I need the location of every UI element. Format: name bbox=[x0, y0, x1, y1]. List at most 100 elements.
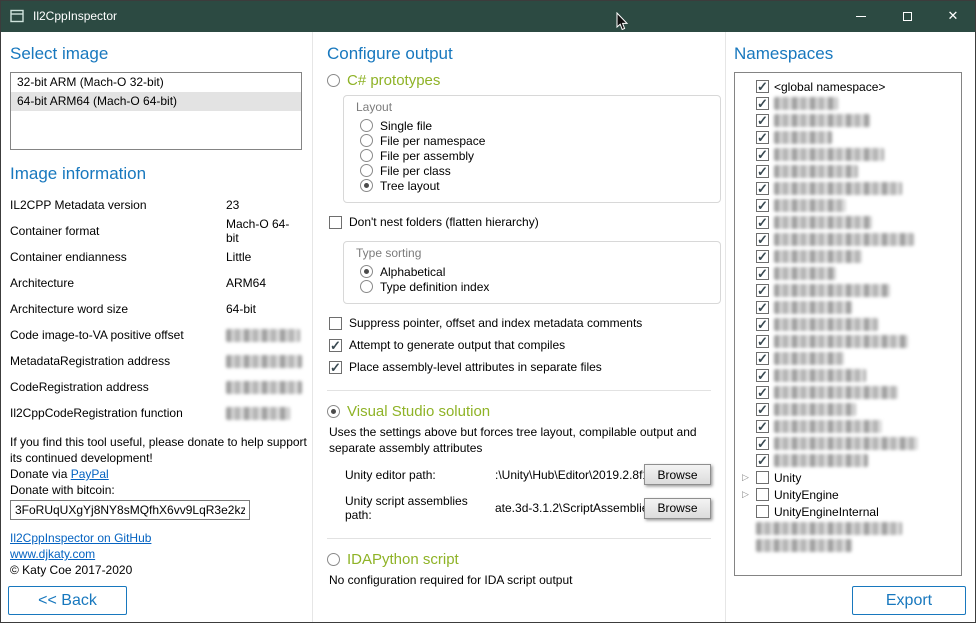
type-sorting-radio[interactable] bbox=[360, 280, 373, 293]
namespace-checkbox[interactable] bbox=[756, 97, 769, 110]
namespace-checkbox[interactable] bbox=[756, 437, 769, 450]
namespace-checkbox[interactable] bbox=[756, 301, 769, 314]
namespace-item[interactable] bbox=[740, 163, 957, 180]
layout-option[interactable]: Tree layout bbox=[360, 178, 712, 193]
minimize-button[interactable] bbox=[838, 0, 884, 32]
layout-radio[interactable] bbox=[360, 164, 373, 177]
image-listbox[interactable]: 32-bit ARM (Mach-O 32-bit)64-bit ARM64 (… bbox=[10, 72, 302, 150]
namespace-checkbox[interactable] bbox=[756, 182, 769, 195]
expander-icon[interactable]: ▷ bbox=[740, 486, 751, 503]
website-link[interactable]: www.djkaty.com bbox=[10, 547, 95, 561]
layout-option[interactable]: File per namespace bbox=[360, 133, 712, 148]
type-sorting-option[interactable]: Type definition index bbox=[360, 279, 712, 294]
namespace-checkbox[interactable] bbox=[756, 80, 769, 93]
flatten-option[interactable]: Don't nest folders (flatten hierarchy) bbox=[329, 215, 711, 229]
namespace-item[interactable] bbox=[740, 350, 957, 367]
back-button[interactable]: << Back bbox=[8, 586, 127, 615]
namespace-checkbox[interactable] bbox=[756, 403, 769, 416]
namespace-checkbox[interactable] bbox=[756, 131, 769, 144]
namespace-item[interactable] bbox=[740, 180, 957, 197]
suppress-checkbox[interactable] bbox=[329, 317, 342, 330]
namespace-item[interactable] bbox=[740, 452, 957, 469]
namespace-item[interactable] bbox=[740, 333, 957, 350]
namespace-checkbox[interactable] bbox=[756, 267, 769, 280]
paypal-link[interactable]: PayPal bbox=[71, 467, 109, 481]
namespace-checkbox[interactable] bbox=[756, 352, 769, 365]
redacted-namespace bbox=[774, 233, 914, 246]
namespace-item[interactable] bbox=[740, 112, 957, 129]
namespace-checkbox[interactable] bbox=[756, 420, 769, 433]
namespace-item[interactable] bbox=[740, 129, 957, 146]
namespace-item[interactable] bbox=[740, 299, 957, 316]
namespace-checkbox[interactable] bbox=[756, 199, 769, 212]
namespace-item[interactable]: <global namespace> bbox=[740, 78, 957, 95]
suppress-option[interactable]: Suppress pointer, offset and index metad… bbox=[329, 316, 711, 330]
github-link[interactable]: Il2CppInspector on GitHub bbox=[10, 531, 151, 545]
namespace-checkbox[interactable] bbox=[756, 386, 769, 399]
bitcoin-address-input[interactable] bbox=[10, 500, 250, 520]
namespace-item[interactable] bbox=[740, 384, 957, 401]
namespace-item[interactable] bbox=[740, 95, 957, 112]
csharp-prototypes-option[interactable]: C# prototypes bbox=[327, 72, 711, 89]
image-list-item[interactable]: 64-bit ARM64 (Mach-O 64-bit) bbox=[11, 92, 301, 111]
compiles-checkbox[interactable] bbox=[329, 339, 342, 352]
namespace-checkbox[interactable] bbox=[756, 148, 769, 161]
layout-radio[interactable] bbox=[360, 119, 373, 132]
namespace-item[interactable] bbox=[740, 231, 957, 248]
namespace-item[interactable] bbox=[740, 435, 957, 452]
namespace-checkbox[interactable] bbox=[756, 216, 769, 229]
namespace-checkbox[interactable] bbox=[756, 335, 769, 348]
maximize-button[interactable] bbox=[884, 0, 930, 32]
layout-radio[interactable] bbox=[360, 134, 373, 147]
compiles-option[interactable]: Attempt to generate output that compiles bbox=[329, 338, 711, 352]
export-button[interactable]: Export bbox=[852, 586, 966, 615]
unity-assemblies-browse-button[interactable]: Browse bbox=[644, 498, 711, 519]
csharp-prototypes-radio[interactable] bbox=[327, 74, 340, 87]
namespace-item[interactable] bbox=[740, 520, 957, 537]
namespace-checkbox[interactable] bbox=[756, 369, 769, 382]
attributes-option[interactable]: Place assembly-level attributes in separ… bbox=[329, 360, 711, 374]
namespace-item[interactable] bbox=[740, 265, 957, 282]
namespace-item[interactable] bbox=[740, 418, 957, 435]
namespace-checkbox[interactable] bbox=[756, 471, 769, 484]
namespace-checkbox[interactable] bbox=[756, 233, 769, 246]
namespace-item[interactable] bbox=[740, 214, 957, 231]
layout-radio[interactable] bbox=[360, 149, 373, 162]
namespace-item[interactable]: ▷UnityEngine bbox=[740, 486, 957, 503]
visual-studio-option[interactable]: Visual Studio solution bbox=[327, 403, 711, 420]
layout-option[interactable]: File per assembly bbox=[360, 148, 712, 163]
unity-editor-browse-button[interactable]: Browse bbox=[644, 464, 711, 485]
namespace-checkbox[interactable] bbox=[756, 505, 769, 518]
namespace-item[interactable] bbox=[740, 537, 957, 554]
namespace-item[interactable] bbox=[740, 282, 957, 299]
visual-studio-radio[interactable] bbox=[327, 405, 340, 418]
idapython-radio[interactable] bbox=[327, 553, 340, 566]
namespace-checkbox[interactable] bbox=[756, 165, 769, 178]
close-button[interactable]: ✕ bbox=[930, 0, 976, 32]
namespace-checkbox[interactable] bbox=[756, 250, 769, 263]
namespace-checkbox[interactable] bbox=[756, 114, 769, 127]
type-sorting-radio[interactable] bbox=[360, 265, 373, 278]
layout-option[interactable]: Single file bbox=[360, 118, 712, 133]
namespace-item[interactable] bbox=[740, 316, 957, 333]
flatten-checkbox[interactable] bbox=[329, 216, 342, 229]
namespace-item[interactable]: UnityEngineInternal bbox=[740, 503, 957, 520]
idapython-option[interactable]: IDAPython script bbox=[327, 551, 711, 568]
image-list-item[interactable]: 32-bit ARM (Mach-O 32-bit) bbox=[11, 73, 301, 92]
namespace-item[interactable] bbox=[740, 197, 957, 214]
namespace-item[interactable]: ▷Unity bbox=[740, 469, 957, 486]
layout-radio[interactable] bbox=[360, 179, 373, 192]
namespace-checkbox[interactable] bbox=[756, 488, 769, 501]
namespace-checkbox[interactable] bbox=[756, 318, 769, 331]
namespace-item[interactable] bbox=[740, 248, 957, 265]
namespace-checkbox[interactable] bbox=[756, 454, 769, 467]
namespace-list[interactable]: <global namespace> ▷Unity▷UnityEngineUnit… bbox=[734, 72, 962, 576]
namespace-checkbox[interactable] bbox=[756, 284, 769, 297]
layout-option[interactable]: File per class bbox=[360, 163, 712, 178]
namespace-item[interactable] bbox=[740, 401, 957, 418]
expander-icon[interactable]: ▷ bbox=[740, 469, 751, 486]
namespace-item[interactable] bbox=[740, 367, 957, 384]
namespace-item[interactable] bbox=[740, 146, 957, 163]
type-sorting-option[interactable]: Alphabetical bbox=[360, 264, 712, 279]
attributes-checkbox[interactable] bbox=[329, 361, 342, 374]
